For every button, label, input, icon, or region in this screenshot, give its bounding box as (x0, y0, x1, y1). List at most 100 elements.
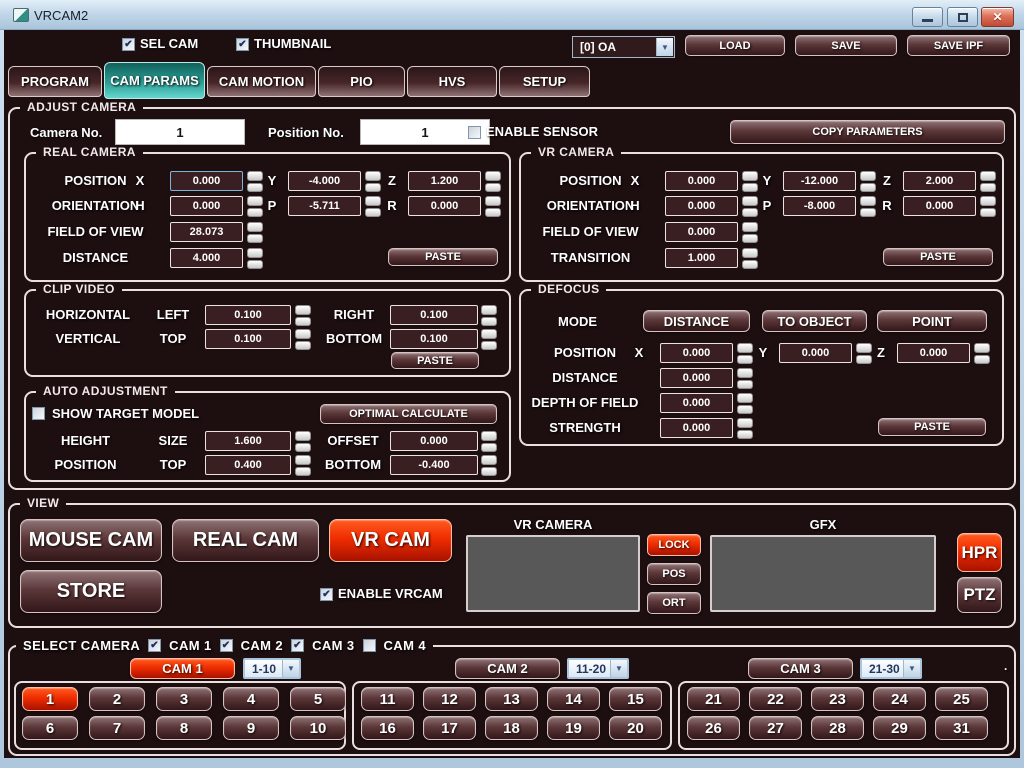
clip-bottom-field[interactable] (390, 329, 478, 349)
spinner-down-button[interactable] (742, 183, 758, 193)
real-paste-button[interactable]: PASTE (388, 248, 498, 266)
spinner-down-button[interactable] (295, 443, 311, 453)
defocus-mode-distance-button[interactable]: DISTANCE (643, 310, 750, 332)
pos-button[interactable]: POS (647, 563, 701, 585)
camera-number-button[interactable]: 27 (749, 716, 802, 740)
tab-setup[interactable]: SETUP (499, 66, 590, 97)
spinner-down-button[interactable] (860, 208, 876, 218)
camera-number-button[interactable]: 19 (547, 716, 600, 740)
spinner-up-button[interactable] (295, 329, 311, 339)
ort-button[interactable]: ORT (647, 592, 701, 614)
spinner-up-button[interactable] (856, 343, 872, 353)
real-fov-field[interactable] (170, 222, 243, 242)
real-position-y-field[interactable] (288, 171, 361, 191)
spinner-up-button[interactable] (742, 196, 758, 206)
camera-number-button[interactable]: 1 (22, 687, 78, 711)
camera-number-button[interactable]: 14 (547, 687, 600, 711)
spinner-down-button[interactable] (295, 341, 311, 351)
spinner-up-button[interactable] (860, 196, 876, 206)
camera-number-button[interactable]: 2 (89, 687, 145, 711)
ptz-button[interactable]: PTZ (957, 577, 1002, 613)
vr-orientation-h-field[interactable] (665, 196, 738, 216)
auto-offset-field[interactable] (390, 431, 478, 451)
spinner-up-button[interactable] (737, 343, 753, 353)
spinner-up-button[interactable] (485, 171, 501, 181)
clip-right-field[interactable] (390, 305, 478, 325)
spinner-down-button[interactable] (974, 355, 990, 365)
load-button[interactable]: LOAD (685, 35, 785, 56)
defocus-mode-to-object-button[interactable]: TO OBJECT (762, 310, 867, 332)
spinner-down-button[interactable] (365, 183, 381, 193)
clip-top-field[interactable] (205, 329, 291, 349)
spinner-down-button[interactable] (481, 317, 497, 327)
cam2-checkbox[interactable]: ✔ (220, 639, 233, 652)
spinner-down-button[interactable] (485, 183, 501, 193)
tab-program[interactable]: PROGRAM (8, 66, 102, 97)
spinner-down-button[interactable] (247, 234, 263, 244)
clip-paste-button[interactable]: PASTE (391, 352, 479, 369)
spinner-down-button[interactable] (247, 260, 263, 270)
thumbnail-checkbox[interactable]: ✔ (236, 38, 249, 51)
spinner-up-button[interactable] (737, 418, 753, 428)
camera-number-button[interactable]: 11 (361, 687, 414, 711)
defocus-mode-point-button[interactable]: POINT (877, 310, 987, 332)
real-orientation-p-field[interactable] (288, 196, 361, 216)
spinner-down-button[interactable] (742, 234, 758, 244)
cam1-range-dropdown[interactable]: 1-10▼ (243, 658, 301, 679)
spinner-down-button[interactable] (247, 208, 263, 218)
real-position-z-field[interactable] (408, 171, 481, 191)
chevron-down-icon[interactable]: ▼ (282, 660, 299, 677)
camera-number-button[interactable]: 10 (290, 716, 346, 740)
cam4-checkbox[interactable] (363, 639, 376, 652)
real-cam-button[interactable]: REAL CAM (172, 519, 319, 562)
spinner-down-button[interactable] (742, 208, 758, 218)
vr-position-y-field[interactable] (783, 171, 856, 191)
spinner-down-button[interactable] (365, 208, 381, 218)
spinner-up-button[interactable] (860, 171, 876, 181)
spinner-down-button[interactable] (481, 341, 497, 351)
cam3-checkbox[interactable]: ✔ (291, 639, 304, 652)
optimal-calculate-button[interactable]: OPTIMAL CALCULATE (320, 404, 497, 424)
real-position-x-field[interactable] (170, 171, 243, 191)
preset-dropdown[interactable]: [0] OA▼ (572, 36, 675, 58)
vr-position-z-field[interactable] (903, 171, 976, 191)
show-target-model-checkbox[interactable] (32, 407, 45, 420)
spinner-up-button[interactable] (737, 393, 753, 403)
save-ipf-button[interactable]: SAVE IPF (907, 35, 1010, 56)
spinner-down-button[interactable] (295, 317, 311, 327)
camera-number-button[interactable]: 13 (485, 687, 538, 711)
spinner-up-button[interactable] (481, 329, 497, 339)
spinner-up-button[interactable] (295, 305, 311, 315)
spinner-up-button[interactable] (295, 455, 311, 465)
spinner-down-button[interactable] (860, 183, 876, 193)
spinner-up-button[interactable] (365, 196, 381, 206)
hpr-button[interactable]: HPR (957, 533, 1002, 572)
spinner-down-button[interactable] (481, 467, 497, 477)
cam1-checkbox[interactable]: ✔ (148, 639, 161, 652)
spinner-up-button[interactable] (481, 305, 497, 315)
defocus-depth-field[interactable] (660, 393, 733, 413)
camera-no-field[interactable] (115, 119, 245, 145)
spinner-down-button[interactable] (737, 355, 753, 365)
chevron-down-icon[interactable]: ▼ (903, 660, 920, 677)
camera-number-button[interactable]: 24 (873, 687, 926, 711)
auto-bottom-field[interactable] (390, 455, 478, 475)
cam1-bank-button[interactable]: CAM 1 (130, 658, 235, 679)
spinner-up-button[interactable] (295, 431, 311, 441)
spinner-up-button[interactable] (980, 171, 996, 181)
vr-transition-field[interactable] (665, 248, 738, 268)
camera-number-button[interactable]: 15 (609, 687, 662, 711)
spinner-up-button[interactable] (737, 368, 753, 378)
clip-left-field[interactable] (205, 305, 291, 325)
tab-cam-motion[interactable]: CAM MOTION (207, 66, 316, 97)
spinner-up-button[interactable] (481, 431, 497, 441)
spinner-up-button[interactable] (481, 455, 497, 465)
vr-paste-button[interactable]: PASTE (883, 248, 993, 266)
enable-vrcam-checkbox[interactable]: ✔ (320, 588, 333, 601)
defocus-distance-field[interactable] (660, 368, 733, 388)
tab-cam-params[interactable]: CAM PARAMS (104, 62, 205, 99)
chevron-down-icon[interactable]: ▼ (610, 660, 627, 677)
spinner-up-button[interactable] (247, 222, 263, 232)
defocus-paste-button[interactable]: PASTE (878, 418, 986, 436)
spinner-down-button[interactable] (980, 208, 996, 218)
